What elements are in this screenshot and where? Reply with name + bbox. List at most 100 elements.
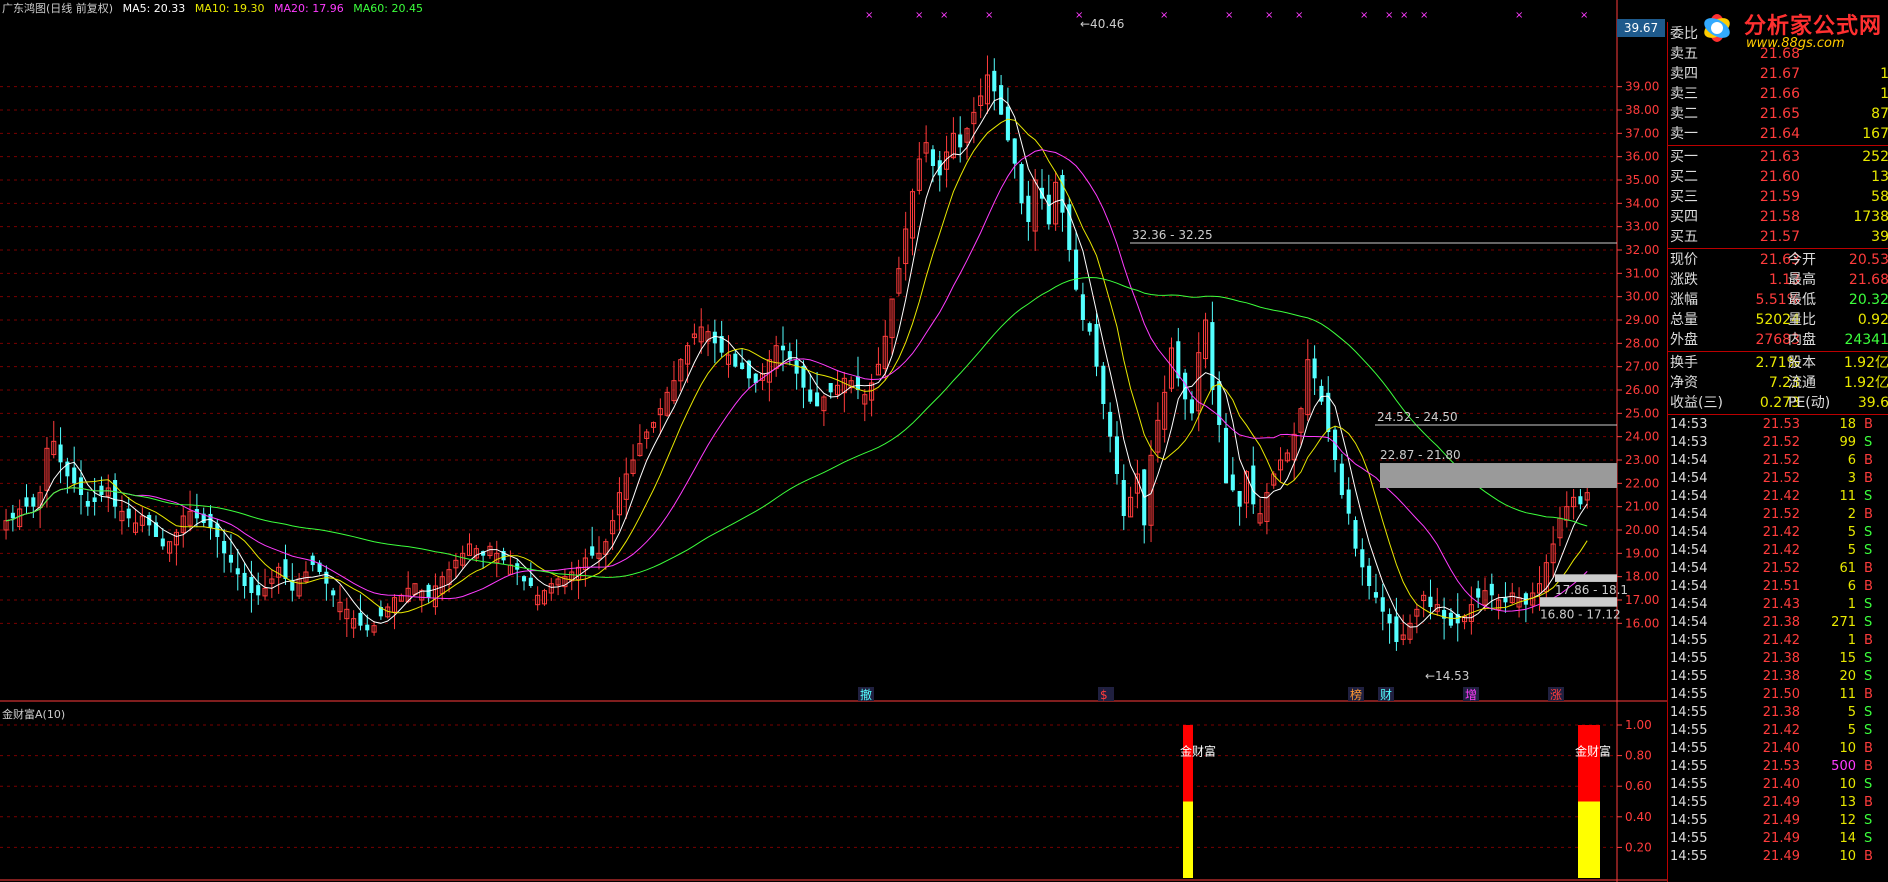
- event-marker: 撤: [860, 687, 872, 702]
- candle-body-down: [1060, 175, 1065, 213]
- tick-side: S: [1864, 777, 1873, 792]
- y-tick-label: 35.00: [1625, 173, 1659, 187]
- level4-zone: [1555, 574, 1617, 582]
- candle-body-down: [228, 554, 233, 563]
- candle-body-down: [1394, 616, 1399, 642]
- y-tick-label: 33.00: [1625, 220, 1659, 234]
- event-x-marker: ×: [915, 10, 923, 21]
- y-tick-label: 22.00: [1625, 476, 1659, 490]
- candle-body-down: [72, 467, 77, 484]
- stat-key: 涨幅: [1670, 292, 1698, 308]
- tick-volume: 271: [1831, 615, 1856, 630]
- tick-row: 14:54 21.42 5 S: [1668, 542, 1888, 560]
- tick-price: 21.38: [1762, 615, 1800, 630]
- event-x-marker: ×: [865, 10, 873, 21]
- stat-key2: 今开: [1788, 252, 1816, 268]
- tick-price: 21.52: [1762, 561, 1800, 576]
- tick-row: 14:54 21.43 1 S: [1668, 596, 1888, 614]
- buy-level-price: 21.59: [1759, 189, 1800, 205]
- tick-volume: 2: [1847, 507, 1856, 522]
- candle-body-down: [1019, 164, 1024, 204]
- candle-body-down: [1312, 358, 1317, 379]
- tick-row: 14:54 21.38 271 S: [1668, 614, 1888, 632]
- indicator-tick-label: 0.40: [1625, 810, 1652, 824]
- tick-side: S: [1864, 723, 1873, 738]
- y-tick-label: 19.00: [1625, 546, 1659, 560]
- candle-body-down: [1080, 294, 1085, 320]
- tick-row: 14:55 21.53 500 B: [1668, 758, 1888, 776]
- candle-body-down: [1448, 612, 1453, 626]
- tick-volume: 10: [1839, 849, 1856, 864]
- candle-body-down: [1026, 195, 1031, 222]
- stat-key: 净资: [1670, 375, 1698, 391]
- tick-price: 21.42: [1762, 525, 1800, 540]
- tick-volume: 1: [1847, 597, 1856, 612]
- candle-body-down: [208, 513, 213, 528]
- tick-row: 14:55 21.49 14 S: [1668, 830, 1888, 848]
- tick-time: 14:55: [1670, 705, 1708, 720]
- event-marker: 涨: [1550, 687, 1562, 702]
- y-tick-label: 16.00: [1625, 616, 1659, 630]
- stat-key2: 量比: [1788, 312, 1816, 328]
- tick-time: 14:54: [1670, 489, 1708, 504]
- kline-chart[interactable]: 39.00 38.00 37.00 36.00 35.00 34.00 33.00 32.00…: [0, 0, 1667, 882]
- stat-row: 现价 21.63 今开 20.53: [1668, 250, 1888, 270]
- tick-time: 14:54: [1670, 507, 1708, 522]
- stat-row: 外盘 27683 内盘 24341: [1668, 330, 1888, 350]
- y-tick-label: 39.00: [1625, 80, 1659, 94]
- event-x-marker: ×: [1420, 10, 1428, 21]
- stat-key2: 最高: [1788, 272, 1816, 288]
- indicator-bar2-upper: [1578, 725, 1600, 802]
- tick-row: 14:54 21.52 61 B: [1668, 560, 1888, 578]
- tick-side: B: [1864, 453, 1873, 468]
- stat-key2: 流通: [1788, 375, 1816, 391]
- tick-time: 14:55: [1670, 759, 1708, 774]
- tick-volume: 5: [1847, 705, 1856, 720]
- candle-body-down: [1108, 411, 1113, 437]
- candle-body-down: [1223, 427, 1229, 484]
- ma5-value: MA5: 20.33: [122, 2, 186, 15]
- buy-level-price: 21.60: [1759, 169, 1800, 185]
- indicator-tick-label: 0.60: [1625, 779, 1652, 793]
- tick-time: 14:55: [1670, 687, 1708, 702]
- buy-level-volume: 39: [1871, 229, 1888, 245]
- tick-price: 21.42: [1762, 633, 1800, 648]
- tick-volume: 20: [1839, 669, 1856, 684]
- sell-level-volume: 87: [1871, 106, 1888, 122]
- tick-volume: 5: [1847, 723, 1856, 738]
- tick-side: S: [1864, 435, 1873, 450]
- stat-row: 涨幅 5.51% 最低 20.32: [1668, 290, 1888, 310]
- buy-level-label: 买四: [1670, 209, 1698, 225]
- tick-price: 21.52: [1762, 453, 1800, 468]
- stat-row: 净资 7.23 流通 1.92亿: [1668, 373, 1888, 393]
- candle-body-down: [780, 345, 786, 351]
- stat-key: 外盘: [1670, 332, 1698, 348]
- level4-label: 17.86 - 18.1: [1555, 583, 1628, 597]
- tick-row: 14:53 21.53 18 B: [1668, 416, 1888, 434]
- tick-side: B: [1864, 849, 1873, 864]
- tick-time: 14:54: [1670, 453, 1708, 468]
- indicator-tick-label: 0.80: [1625, 749, 1652, 763]
- y-tick-label: 25.00: [1625, 406, 1659, 420]
- flower-logo-icon: [1704, 14, 1730, 42]
- tick-side: B: [1864, 417, 1873, 432]
- tick-volume: 5: [1847, 525, 1856, 540]
- level3-zone: [1380, 463, 1617, 488]
- logo-url: www.88gs.com: [1746, 36, 1845, 51]
- buy-level-volume: 13: [1871, 169, 1888, 185]
- tick-time: 14:55: [1670, 831, 1708, 846]
- stat-value2: 39.6: [1857, 395, 1888, 411]
- stat-key: 收益(三): [1670, 395, 1723, 411]
- y-tick-label: 17.00: [1625, 593, 1659, 607]
- tick-time: 14:55: [1670, 669, 1708, 684]
- sell-level-row: 卖三 21.66 1: [1668, 84, 1888, 104]
- event-x-marker: ×: [1515, 10, 1523, 21]
- stat-row: 涨跌 1.13 最高 21.68: [1668, 270, 1888, 290]
- tick-time: 14:54: [1670, 543, 1708, 558]
- candle-body-down: [1094, 324, 1099, 367]
- level5-zone: [1540, 597, 1617, 607]
- sell-level-volume: 1: [1880, 86, 1888, 102]
- tick-volume: 12: [1839, 813, 1856, 828]
- tick-row: 14:55 21.50 11 B: [1668, 686, 1888, 704]
- stat-key2: 内盘: [1788, 332, 1816, 348]
